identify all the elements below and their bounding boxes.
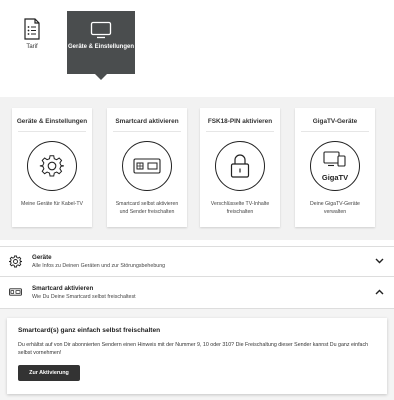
panel-title: Smartcard(s) ganz einfach selbst freisch… <box>18 327 161 334</box>
divider <box>18 131 86 132</box>
zur-aktivierung-button[interactable]: Zur Aktivierung <box>18 365 80 381</box>
card-icon-circle <box>215 141 265 191</box>
smartcard-info-panel: Smartcard(s) ganz einfach selbst freisch… <box>7 318 387 394</box>
card-description: Meine Geräte für Kabel-TV <box>21 201 83 207</box>
tab-tarif[interactable]: Tarif <box>14 18 50 68</box>
gigatv-badge: GigaTV <box>321 172 349 182</box>
tab-geraete-einstellungen[interactable]: Geräte & Einstellungen <box>67 11 135 80</box>
lock-icon <box>230 154 250 178</box>
card-description: Deine GigaTV-Geräte verwalten <box>310 201 360 215</box>
chevron-up-icon[interactable] <box>375 289 384 295</box>
accordion-title: Geräte <box>32 254 52 261</box>
gear-icon <box>39 155 64 177</box>
card-title: GigaTV-Geräte <box>312 118 358 125</box>
accordion-subtitle: Wie Du Deine Smartcard selbst freischalt… <box>32 294 136 300</box>
document-list-icon <box>24 18 40 40</box>
tv-icon <box>90 21 112 39</box>
card-description: Smartcard selbst aktivieren und Sender f… <box>115 201 179 215</box>
card-title: FSK18-PIN aktivieren <box>207 118 273 125</box>
card-title: Smartcard aktivieren <box>115 118 179 125</box>
divider <box>206 131 274 132</box>
chevron-down-icon[interactable] <box>375 258 384 264</box>
card-title: Geräte & Einstellungen <box>16 118 88 125</box>
panel-text: Du erhältst auf von Dir abonnierten Send… <box>18 342 369 357</box>
tab-geraete-label: Geräte & Einstellungen <box>67 44 134 50</box>
card-fsk18-pin[interactable]: FSK18-PIN aktivieren Verschlüsselte TV-I… <box>200 108 280 227</box>
accordion-subtitle: Alle Infos zu Deinen Geräten und zur Stö… <box>32 263 166 269</box>
active-tab-pointer <box>95 74 107 80</box>
accordion-title: Smartcard aktivieren <box>32 285 94 292</box>
card-geraete-einstellungen[interactable]: Geräte & Einstellungen Meine Geräte für … <box>12 108 92 227</box>
top-navigation: Tarif Geräte & Einstellungen <box>0 0 394 90</box>
smartcard-icon <box>9 288 22 296</box>
gear-icon <box>9 255 22 268</box>
divider <box>301 131 369 132</box>
tab-tarif-label: Tarif <box>26 44 38 50</box>
tiles-section: Geräte & Einstellungen Meine Geräte für … <box>0 97 394 240</box>
card-icon-circle: GigaTV <box>310 141 360 191</box>
card-description: Verschlüsselte TV-Inhalte freischalten <box>210 201 270 215</box>
card-smartcard-aktivieren[interactable]: Smartcard aktivieren Smartcard selbst ak… <box>107 108 187 227</box>
smartcard-icon <box>133 158 161 174</box>
accordion-geraete[interactable]: Geräte Alle Infos zu Deinen Geräten und … <box>0 246 394 277</box>
gigatv-icon: GigaTV <box>321 150 349 182</box>
card-icon-circle <box>27 141 77 191</box>
card-icon-circle <box>122 141 172 191</box>
card-gigatv-geraete[interactable]: GigaTV-Geräte GigaTV Deine GigaTV-Geräte… <box>295 108 375 227</box>
accordion-smartcard[interactable]: Smartcard aktivieren Wie Du Deine Smartc… <box>0 277 394 309</box>
divider <box>113 131 181 132</box>
